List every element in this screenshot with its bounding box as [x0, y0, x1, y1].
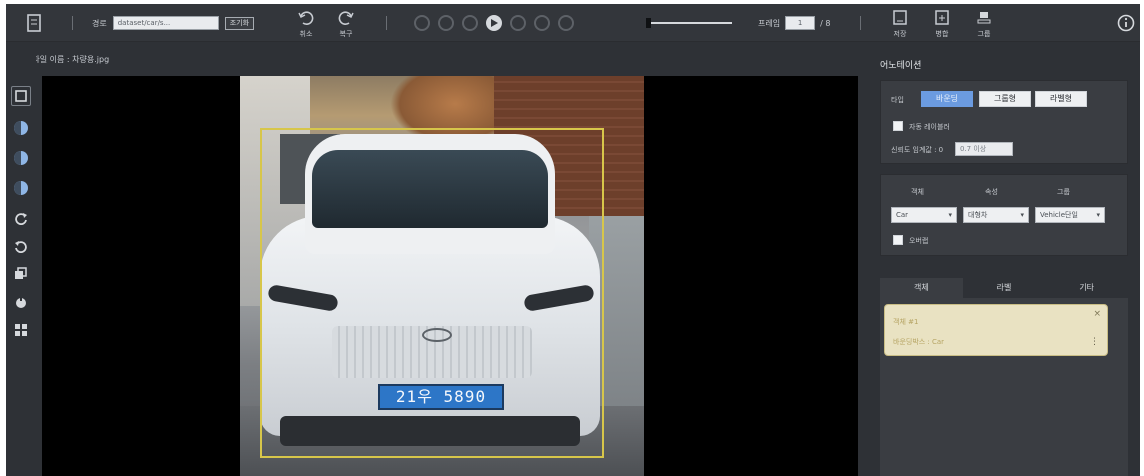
rotate-left-icon[interactable]: [11, 236, 31, 256]
undo-button[interactable]: 취소: [296, 4, 316, 42]
document-icon: [24, 13, 44, 33]
rectangle-tool-icon[interactable]: [11, 86, 31, 106]
rotate-right-icon[interactable]: [11, 208, 31, 228]
info-button[interactable]: [1116, 4, 1136, 42]
mode-bounding[interactable]: 바운딩: [921, 91, 973, 107]
frame-label: 프레임: [758, 18, 781, 28]
chevron-down-icon: ▾: [1020, 211, 1024, 219]
prev-frame-icon[interactable]: [462, 15, 478, 31]
merge-button[interactable]: 병합: [932, 4, 952, 42]
chevron-down-icon: ▾: [948, 211, 952, 219]
top-toolbar: 경로 dataset/car/s... 조기화 취소 복구 프레임 1 / 8 …: [6, 4, 1140, 42]
car-photo: 21우 5890: [240, 76, 644, 476]
attribute-select-value: 대형차: [968, 211, 988, 219]
threshold-input[interactable]: 0.7 이상: [955, 142, 1013, 156]
group-select[interactable]: Vehicle단일 ▾: [1035, 207, 1105, 223]
group-icon: [974, 8, 994, 28]
last-frame-icon[interactable]: [558, 15, 574, 31]
overlap-checkbox[interactable]: [893, 235, 903, 245]
copy-icon[interactable]: [11, 264, 31, 284]
slider-handle[interactable]: [646, 18, 651, 28]
path-label: 경로: [92, 18, 107, 28]
auto-labeler-label: 자동 레이블러: [909, 123, 950, 131]
group-button[interactable]: 그룹: [974, 4, 994, 42]
play-icon[interactable]: [486, 15, 502, 31]
tab-objects[interactable]: 객체: [880, 278, 963, 298]
save-icon: [890, 8, 910, 28]
group-select-value: Vehicle단일: [1040, 211, 1078, 219]
tab-content: 객체 #1 바운딩박스 : Car × ⋮: [880, 298, 1128, 476]
mode-label-type[interactable]: 라벨형: [1035, 91, 1087, 107]
object-item-card[interactable]: 객체 #1 바운딩박스 : Car × ⋮: [884, 304, 1108, 356]
browse-button[interactable]: 조기화: [224, 16, 255, 30]
frame-total: / 8: [820, 18, 831, 28]
path-input[interactable]: dataset/car/s...: [112, 16, 219, 30]
mode-card: 타입 바운딩 그룹형 라벨형 자동 레이블러 신뢰도 임계값 : 0 0.7 이…: [880, 80, 1128, 164]
mode-group[interactable]: 그룹형: [979, 91, 1031, 107]
app-window: 경로 dataset/car/s... 조기화 취소 복구 프레임 1 / 8 …: [6, 4, 1140, 476]
half-circle-tool-1-icon[interactable]: [11, 118, 31, 138]
group-label: 그룹: [977, 29, 991, 38]
select-label-attribute: 속성: [985, 188, 998, 196]
tab-labels[interactable]: 라벨: [962, 278, 1046, 298]
redo-button[interactable]: 복구: [336, 4, 356, 42]
merge-label: 병합: [935, 29, 949, 38]
object-select[interactable]: Car ▾: [891, 207, 957, 223]
chevron-down-icon: ▾: [1096, 211, 1100, 219]
right-panel: 어노테이션 타입 바운딩 그룹형 라벨형 자동 레이블러 신뢰도 임계값 : 0…: [872, 48, 1140, 476]
select-label-group: 그룹: [1057, 188, 1070, 196]
playback-controls: [414, 4, 574, 42]
pointer-icon[interactable]: [11, 292, 31, 312]
info-icon: [1116, 13, 1136, 33]
attribute-card: 객체 속성 그룹 Car ▾ 대형차 ▾ Vehicle단일 ▾ 오버랩: [880, 174, 1128, 256]
panel-tabs: 객체 라벨 기타: [880, 278, 1129, 298]
undo-icon: [296, 8, 316, 28]
fit-screen-icon[interactable]: [11, 320, 31, 340]
frame-slider[interactable]: [646, 4, 732, 42]
object-select-value: Car: [896, 211, 909, 219]
redo-icon: [336, 8, 356, 28]
panel-title: 어노테이션: [880, 61, 922, 71]
overlap-label: 오버랩: [909, 237, 929, 245]
first-frame-icon[interactable]: [414, 15, 430, 31]
object-item-subtitle: 바운딩박스 : Car: [893, 338, 945, 346]
bounding-box[interactable]: [260, 128, 604, 458]
file-name: 파일 이름 : 차량용.jpg: [32, 54, 110, 64]
save-button[interactable]: 저장: [890, 4, 910, 42]
merge-icon: [932, 8, 952, 28]
select-label-object: 객체: [911, 188, 924, 196]
frame-input[interactable]: 1: [785, 16, 816, 30]
prev-10-icon[interactable]: [438, 15, 454, 31]
object-item-title: 객체 #1: [893, 318, 919, 326]
save-label: 저장: [893, 29, 907, 38]
next-frame-icon[interactable]: [510, 15, 526, 31]
threshold-label: 신뢰도 임계값 : 0: [891, 146, 944, 154]
left-toolbar: [6, 48, 36, 476]
file-icon[interactable]: [24, 4, 44, 42]
undo-label: 취소: [299, 29, 313, 38]
mode-label: 타입: [891, 96, 904, 104]
next-10-icon[interactable]: [534, 15, 550, 31]
tab-etc[interactable]: 기타: [1045, 278, 1129, 298]
more-icon[interactable]: ⋮: [1090, 337, 1099, 347]
half-circle-tool-3-icon[interactable]: [11, 178, 31, 198]
auto-labeler-checkbox[interactable]: [893, 121, 903, 131]
attribute-select[interactable]: 대형차 ▾: [963, 207, 1029, 223]
close-icon[interactable]: ×: [1093, 309, 1101, 319]
annotation-canvas[interactable]: 21우 5890: [42, 76, 858, 476]
half-circle-tool-2-icon[interactable]: [11, 148, 31, 168]
redo-label: 복구: [339, 29, 353, 38]
